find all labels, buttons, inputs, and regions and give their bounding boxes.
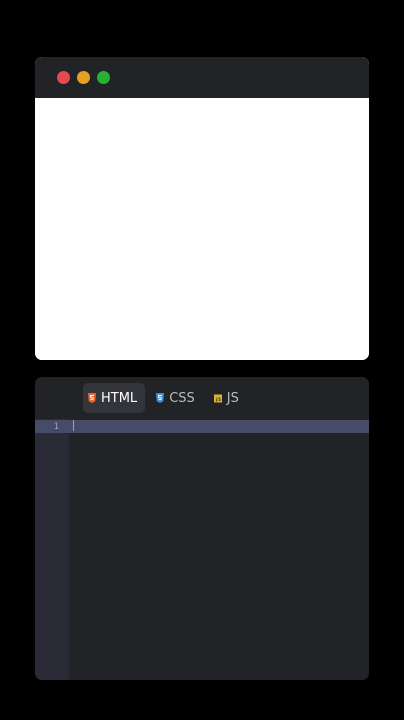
window-titlebar [35, 57, 369, 98]
css3-icon [156, 393, 165, 403]
html5-icon [88, 393, 96, 403]
code-editor-window: HTML CSS JS 1 [35, 377, 369, 680]
close-window-button[interactable] [57, 71, 70, 84]
tab-js-label: JS [226, 390, 239, 406]
tab-html-label: HTML [101, 390, 138, 406]
tab-html[interactable]: HTML [83, 383, 146, 413]
line-number: 1 [53, 421, 59, 432]
tab-js[interactable]: JS [209, 383, 247, 413]
line-number-gutter [35, 419, 69, 680]
editor-body: 1 [35, 419, 369, 680]
javascript-icon [213, 393, 222, 403]
text-cursor [73, 420, 74, 431]
preview-pane[interactable] [35, 98, 369, 360]
minimize-window-button[interactable] [77, 71, 90, 84]
editor-tab-bar: HTML CSS JS [35, 377, 369, 419]
tab-css-label: CSS [169, 390, 195, 406]
tab-css[interactable]: CSS [151, 383, 203, 413]
preview-window [35, 57, 369, 360]
active-line-highlight: 1 [35, 420, 369, 433]
maximize-window-button[interactable] [97, 71, 110, 84]
code-input-area[interactable] [69, 419, 369, 680]
